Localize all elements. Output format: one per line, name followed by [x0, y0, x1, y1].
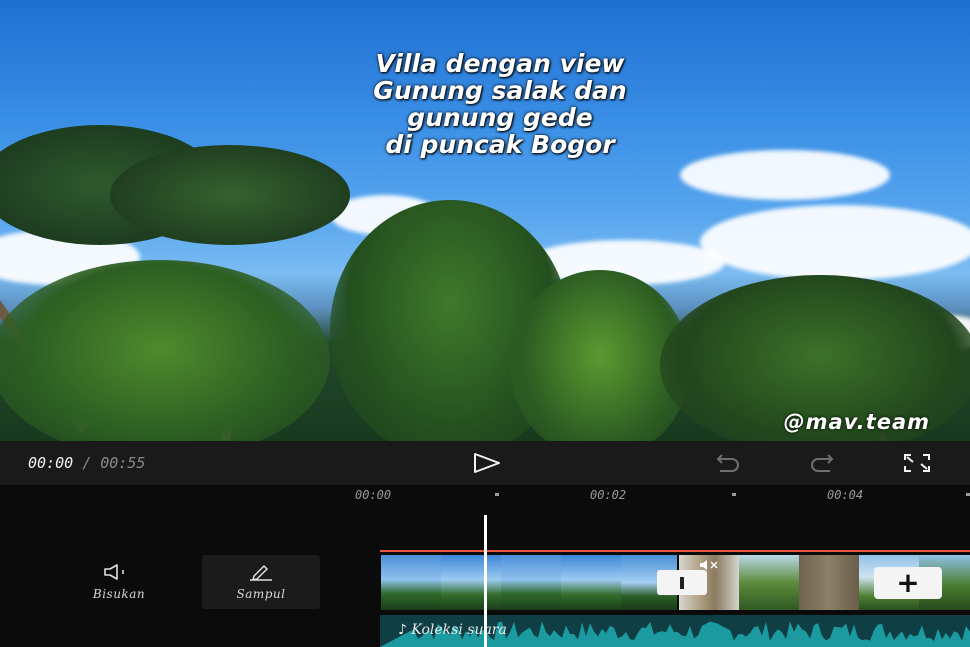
mute-audio-button[interactable]: Bisukan: [60, 555, 178, 609]
video-preview[interactable]: Villa dengan view Gunung salak dan gunun…: [0, 0, 970, 441]
audio-track-name: Koleksi suara: [411, 622, 507, 638]
redo-button[interactable]: [808, 451, 838, 475]
audio-track-label: ♪ Koleksi suara: [398, 622, 507, 638]
cover-button[interactable]: Sampul: [202, 555, 320, 609]
undo-button[interactable]: [712, 451, 742, 475]
cover-label: Sampul: [236, 587, 286, 601]
clip-thumbnail: [501, 555, 561, 610]
add-clip-button[interactable]: +: [874, 567, 942, 599]
overlay-line: di puncak Bogor: [385, 130, 615, 159]
play-button[interactable]: [472, 451, 502, 475]
clip-thumbnail: [739, 555, 799, 610]
cloud: [700, 205, 970, 280]
pencil-icon: [250, 565, 272, 581]
tree-canopy: [0, 260, 330, 441]
ruler-dot: [495, 493, 499, 496]
fullscreen-icon: [904, 454, 930, 472]
ruler-tick-label: 00:04: [827, 488, 864, 502]
clip-thumbnail: [381, 555, 441, 610]
overlay-line: Gunung salak dan: [373, 76, 627, 105]
playback-controls: 00:00 / 00:55: [0, 441, 970, 485]
clip-thumbnail: [561, 555, 621, 610]
cloud: [680, 150, 890, 200]
transition-button[interactable]: [657, 570, 707, 595]
redo-icon: [811, 454, 834, 472]
time-separator: /: [82, 454, 92, 472]
clip-thumbnail: [441, 555, 501, 610]
speaker-icon: [104, 564, 124, 580]
overlay-line: Villa dengan view: [375, 49, 625, 78]
ruler-dot: [966, 493, 970, 496]
tree-canopy: [110, 145, 350, 245]
ruler-tick-label: 00:02: [590, 488, 627, 502]
video-text-overlay[interactable]: Villa dengan view Gunung salak dan gunun…: [300, 50, 700, 158]
audio-track[interactable]: ♪ Koleksi suara: [380, 615, 970, 647]
overlay-line: gunung gede: [407, 103, 593, 132]
play-icon: [474, 453, 500, 473]
transition-icon: [680, 576, 684, 589]
playhead[interactable]: [484, 515, 487, 647]
video-clip[interactable]: [381, 555, 679, 610]
watermark: @mav.team: [783, 410, 930, 434]
undo-icon: [716, 454, 739, 472]
total-duration: 00:55: [100, 454, 146, 472]
ruler-dot: [732, 493, 736, 496]
clip-track-border: [380, 550, 970, 552]
time-display: 00:00 / 00:55: [28, 454, 145, 472]
mute-label: Bisukan: [92, 587, 146, 601]
current-time: 00:00: [28, 454, 74, 472]
clip-thumbnail: [799, 555, 859, 610]
music-note-icon: ♪: [398, 622, 412, 638]
ruler-tick-label: 00:00: [355, 488, 392, 502]
fullscreen-button[interactable]: [902, 451, 932, 475]
